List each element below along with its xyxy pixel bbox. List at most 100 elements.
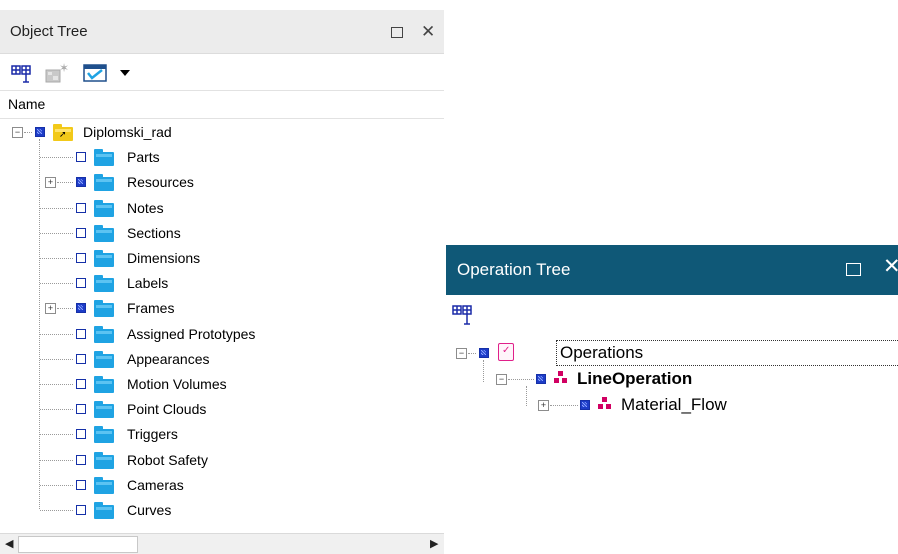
- visibility-checkbox[interactable]: [76, 227, 86, 238]
- operations-root-row[interactable]: − Operations: [446, 340, 898, 366]
- scroll-right-icon[interactable]: ▶: [430, 537, 438, 550]
- tree-item-assigned-prototypes[interactable]: Assigned Prototypes: [0, 322, 444, 347]
- column-header-name[interactable]: Name: [0, 90, 444, 119]
- tree-connector-line: [57, 182, 73, 184]
- visibility-checkbox[interactable]: [76, 454, 86, 465]
- new-object-icon[interactable]: ✶: [44, 62, 68, 84]
- object-tree-toolbar: ✶: [0, 54, 444, 90]
- visibility-checkbox[interactable]: [76, 152, 86, 163]
- tree-connector-line: [40, 258, 73, 259]
- object-tree-panel: Object Tree ✕ ✶ Name − ➚ Diplomski_rad P…: [0, 0, 444, 554]
- horizontal-scrollbar[interactable]: ◀ ▶: [0, 533, 444, 554]
- folder-icon: [94, 275, 114, 293]
- folder-icon: [94, 502, 114, 519]
- maximize-icon[interactable]: [846, 263, 861, 276]
- tree-item-sections[interactable]: Sections: [0, 221, 444, 246]
- expand-icon[interactable]: +: [45, 303, 56, 315]
- visibility-checkbox[interactable]: [76, 429, 86, 440]
- expand-icon[interactable]: +: [538, 400, 549, 411]
- folder-icon: [94, 350, 114, 368]
- visibility-checkbox[interactable]: [479, 348, 489, 358]
- visibility-checkbox[interactable]: [76, 379, 86, 389]
- folder-icon: [94, 426, 114, 444]
- tree-item-label: Notes: [127, 199, 164, 216]
- operation-row-material-flow[interactable]: + Material_Flow: [446, 392, 898, 418]
- tree-item-triggers[interactable]: Triggers: [0, 422, 444, 447]
- visibility-checkbox[interactable]: [76, 303, 86, 314]
- tree-item-motion-volumes[interactable]: Motion Volumes: [0, 372, 444, 397]
- tree-root-row[interactable]: − ➚ Diplomski_rad: [0, 120, 444, 145]
- tree-connector-line: [40, 510, 73, 511]
- collapse-icon[interactable]: −: [12, 127, 23, 138]
- folder-icon: [94, 250, 114, 267]
- tree-root-label: Diplomski_rad: [83, 124, 172, 140]
- tree-item-frames[interactable]: + Frames: [0, 296, 444, 321]
- tree-item-label: Frames: [127, 300, 175, 317]
- visibility-checkbox[interactable]: [76, 177, 86, 188]
- operation-tree-toolbar: [446, 295, 898, 335]
- tree-item-label: Motion Volumes: [127, 376, 227, 392]
- tree-item-dimensions[interactable]: Dimensions: [0, 246, 444, 271]
- operations-root-icon: [498, 343, 514, 361]
- visibility-checkbox[interactable]: [35, 127, 45, 137]
- close-icon[interactable]: ✕: [883, 256, 898, 277]
- tree-item-label: Curves: [127, 502, 172, 518]
- folder-icon: [94, 451, 114, 469]
- visibility-checkbox[interactable]: [76, 253, 86, 263]
- folder-icon: [94, 300, 114, 318]
- dropdown-arrow-icon[interactable]: [120, 70, 130, 76]
- tree-connector-line: [468, 353, 476, 354]
- close-icon[interactable]: ✕: [421, 23, 435, 40]
- tree-item-resources[interactable]: + Resources: [0, 170, 444, 195]
- object-tree-title: Object Tree: [10, 23, 88, 40]
- tree-connector-line: [40, 232, 73, 234]
- visibility-checkbox[interactable]: [76, 202, 86, 213]
- visibility-checkbox[interactable]: [76, 278, 86, 289]
- operations-root-label: Operations: [560, 343, 644, 362]
- tree-filter-icon[interactable]: [11, 64, 33, 84]
- scrollbar-thumb[interactable]: [18, 536, 138, 553]
- shortcut-arrow-icon: ➚: [59, 129, 67, 139]
- project-folder-icon: ➚: [53, 124, 73, 141]
- tree-item-label: Sections: [127, 224, 181, 241]
- column-header-label: Name: [8, 96, 46, 112]
- collapse-icon[interactable]: −: [456, 348, 467, 359]
- tree-connector-line: [40, 283, 73, 285]
- tree-item-label: Parts: [127, 149, 160, 166]
- tree-item-appearances[interactable]: Appearances: [0, 347, 444, 372]
- maximize-icon[interactable]: [391, 27, 403, 38]
- tree-connector-line: [24, 132, 32, 133]
- tree-item-label: Cameras: [127, 476, 184, 493]
- operation-tree-title: Operation Tree: [457, 260, 571, 279]
- folder-icon: [94, 149, 114, 167]
- tree-item-labels[interactable]: Labels: [0, 271, 444, 296]
- tree-item-cameras[interactable]: Cameras: [0, 473, 444, 498]
- tree-item-parts[interactable]: Parts: [0, 145, 444, 170]
- tree-item-label: Resources: [127, 174, 194, 191]
- display-filter-icon[interactable]: [83, 61, 109, 83]
- visibility-checkbox[interactable]: [76, 404, 86, 415]
- operation-label: Material_Flow: [621, 395, 727, 414]
- operation-icon: [598, 397, 612, 411]
- tree-item-label: Assigned Prototypes: [127, 325, 256, 342]
- visibility-checkbox[interactable]: [76, 328, 86, 339]
- expand-icon[interactable]: +: [45, 177, 56, 189]
- collapse-icon[interactable]: −: [496, 374, 507, 385]
- visibility-checkbox[interactable]: [580, 400, 590, 410]
- visibility-checkbox[interactable]: [76, 479, 86, 490]
- tree-connector-line: [40, 459, 73, 461]
- scroll-left-icon[interactable]: ◀: [5, 537, 13, 550]
- tree-item-point-clouds[interactable]: Point Clouds: [0, 397, 444, 422]
- tree-item-label: Appearances: [127, 350, 210, 367]
- folder-icon: [94, 199, 114, 217]
- visibility-checkbox[interactable]: [76, 505, 86, 515]
- visibility-checkbox[interactable]: [76, 353, 86, 364]
- operation-row-lineoperation[interactable]: − LineOperation: [446, 366, 898, 392]
- tree-item-curves[interactable]: Curves: [0, 498, 444, 523]
- tree-item-notes[interactable]: Notes: [0, 196, 444, 221]
- tree-item-robot-safety[interactable]: Robot Safety: [0, 448, 444, 473]
- tree-connector-line: [40, 434, 73, 436]
- visibility-checkbox[interactable]: [536, 374, 546, 384]
- tree-filter-icon[interactable]: [452, 304, 474, 326]
- tree-item-label: Labels: [127, 275, 169, 292]
